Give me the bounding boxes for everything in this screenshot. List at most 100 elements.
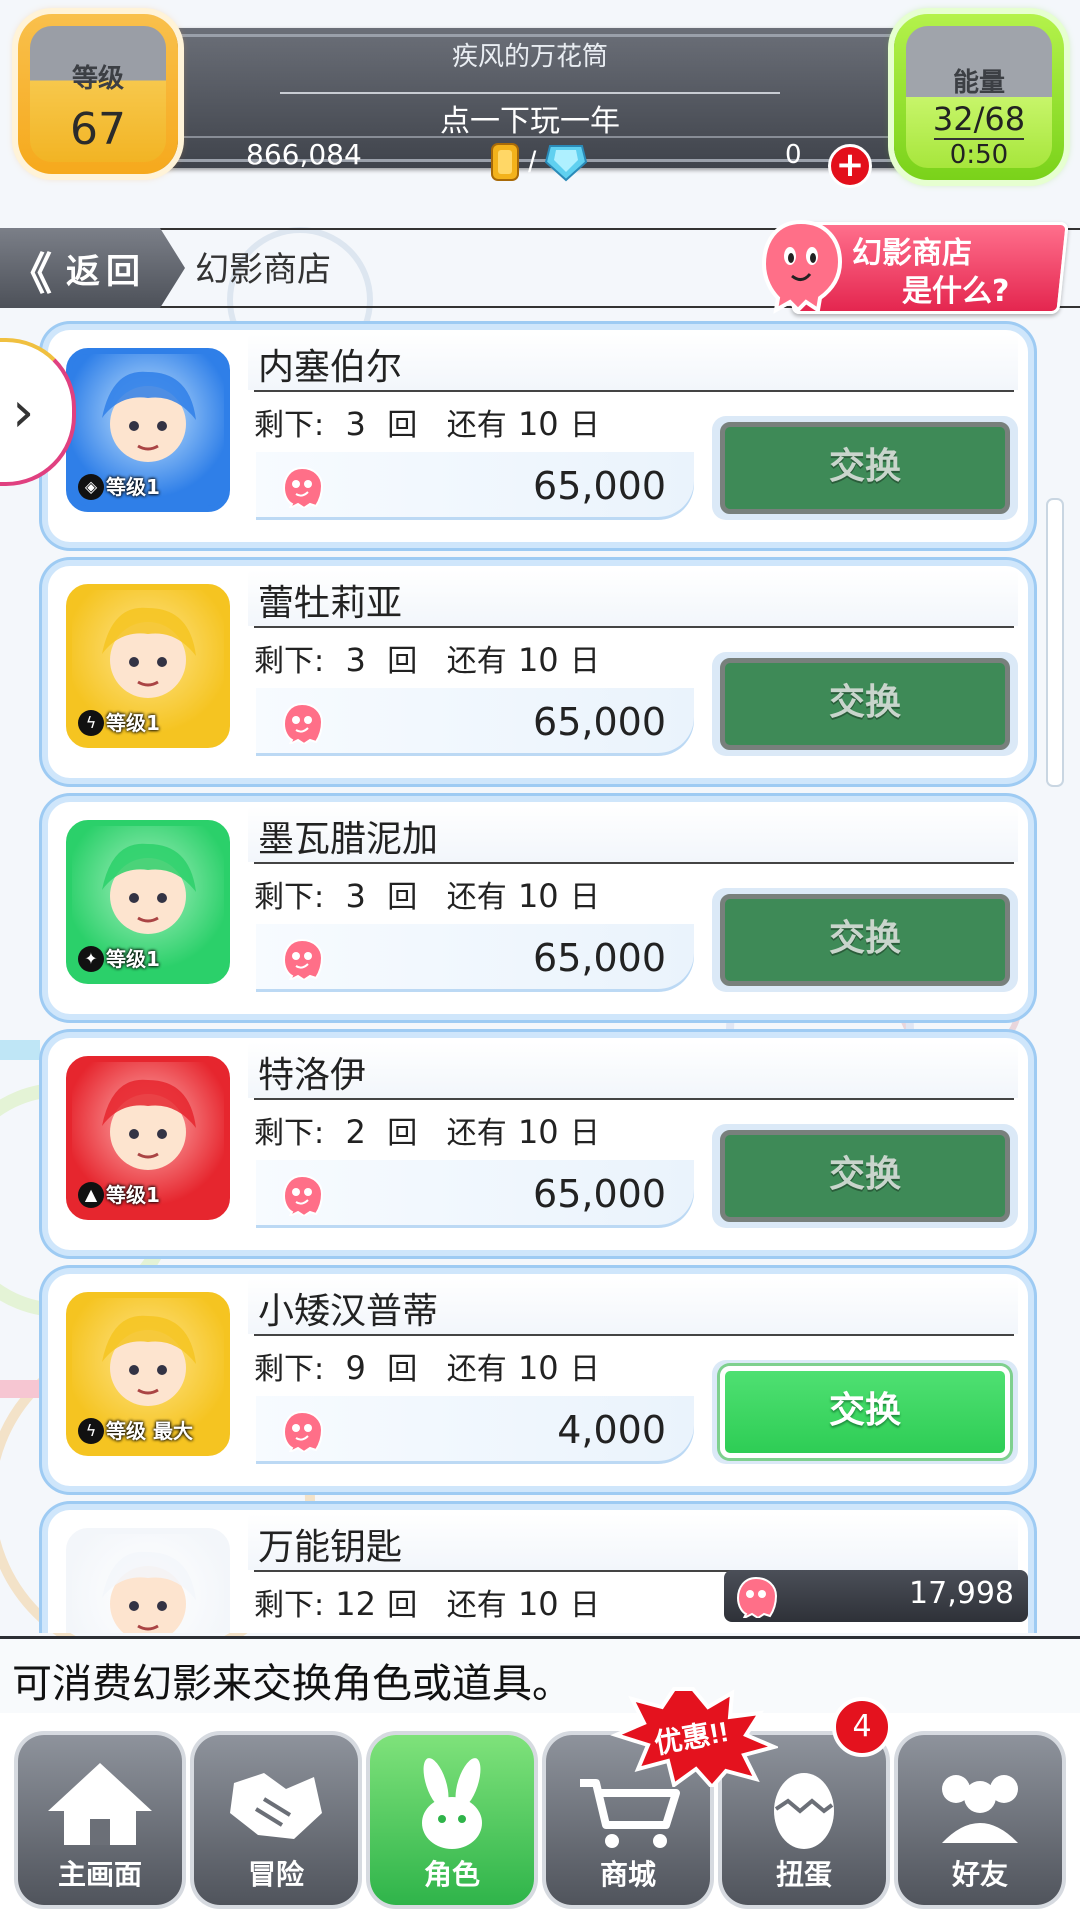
tab-label: 主画面: [57, 1858, 142, 1891]
remain-count: 3: [345, 405, 366, 443]
help-button[interactable]: 幻影商店 是什么?: [756, 214, 1069, 314]
remain-label: 剩下:: [254, 880, 325, 915]
item-stock-info: 剩下: 9 回 还有 10 日: [254, 1344, 600, 1388]
price-box: 65,000: [256, 924, 694, 992]
back-arrows-icon: 《: [8, 249, 52, 300]
day-unit: 日: [569, 1588, 600, 1623]
remain-label: 剩下:: [254, 1352, 325, 1387]
tab-friends[interactable]: 好友: [898, 1735, 1062, 1905]
scrollbar[interactable]: [1046, 498, 1064, 787]
exchange-button[interactable]: 交换: [720, 894, 1010, 986]
rabbit-icon: [422, 1758, 482, 1849]
item-stock-info: 剩下: 2 回 还有 10 日: [254, 1108, 600, 1152]
character-level: 等级1: [106, 1183, 160, 1207]
shop-item-card: ◈ 等级1 内塞伯尔 剩下: 3 回 还有 10 日 65,000 交换: [48, 330, 1028, 542]
days-count: 10: [517, 641, 559, 679]
gold-amount: 866,084: [246, 138, 362, 171]
shop-item-card: ▲ 等级1 特洛伊 剩下: 2 回 还有 10 日 65,000 交换: [48, 1038, 1028, 1250]
exchange-button[interactable]: 交换: [720, 658, 1010, 750]
add-orb-button[interactable]: +: [828, 144, 872, 188]
days-label: 还有: [446, 1588, 507, 1623]
item-name: 万能钥匙: [258, 1527, 403, 1568]
item-price: 4,000: [557, 1408, 666, 1452]
item-name: 内塞伯尔: [258, 347, 403, 388]
ghost-mascot-icon: [761, 219, 843, 314]
currency-separator: /: [528, 146, 537, 179]
shop-item-card: ϟ 等级1 蕾牡莉亚 剩下: 3 回 还有 10 日 65,000 交换: [48, 566, 1028, 778]
level-badge: 等级 67: [18, 14, 178, 174]
tab-adventure[interactable]: 冒险: [194, 1735, 358, 1905]
player-name: 疾风的万花筒: [451, 42, 608, 72]
days-label: 还有: [446, 1352, 507, 1387]
element-icon: ✦: [78, 946, 104, 972]
tab-character[interactable]: 角色: [370, 1735, 534, 1905]
times-unit: 回: [387, 880, 418, 915]
remain-count: 9: [345, 1349, 366, 1387]
times-unit: 回: [387, 1588, 418, 1623]
tab-home[interactable]: 主画面: [18, 1735, 182, 1905]
tab-label: 扭蛋: [775, 1858, 832, 1891]
times-unit: 回: [387, 408, 418, 443]
top-hud: 疾风的万花筒 点一下玩一年 866,084 / 0 + 等级 67 能量 32/…: [0, 0, 1080, 200]
item-stock-info: 剩下: 3 回 还有 10 日: [254, 872, 600, 916]
element-icon: ◈: [78, 474, 104, 500]
player-info-bar[interactable]: 疾风的万花筒 点一下玩一年 866,084 / 0 +: [150, 28, 910, 188]
energy-badge[interactable]: 能量 32/68 0:50: [894, 14, 1064, 180]
element-icon: ϟ: [78, 1418, 104, 1444]
days-label: 还有: [446, 880, 507, 915]
day-unit: 日: [569, 644, 600, 679]
shop-item-card: ϟ 等级 最大 小矮汉普蒂 剩下: 9 回 还有 10 日 4,000 交换: [48, 1274, 1028, 1486]
shop-item-card: ✦ 等级1 墨瓦腊泥加 剩下: 3 回 还有 10 日 65,000 交换: [48, 802, 1028, 1014]
balance-value: 17,998: [909, 1576, 1014, 1611]
ghost-currency-icon: [282, 466, 324, 508]
price-box: 4,000: [256, 1396, 694, 1464]
remain-label: 剩下:: [254, 644, 325, 679]
days-label: 还有: [446, 1116, 507, 1151]
tab-label: 好友: [951, 1858, 1008, 1891]
back-button[interactable]: 《 返回: [0, 228, 185, 308]
energy-value: 32/68: [932, 100, 1026, 138]
remain-label: 剩下:: [254, 1116, 325, 1151]
days-count: 10: [517, 1113, 559, 1151]
ghost-currency-icon: [282, 702, 324, 744]
promo-burst-badge: 优惠!!: [610, 1687, 778, 1787]
ghost-currency-icon: [282, 938, 324, 980]
times-unit: 回: [387, 1352, 418, 1387]
remain-count: 3: [345, 641, 366, 679]
character-avatar[interactable]: ✦ 等级1: [66, 820, 230, 984]
item-name: 墨瓦腊泥加: [258, 819, 439, 860]
item-stock-info: 剩下: 12 回 还有 10 日: [254, 1580, 600, 1624]
character-avatar[interactable]: ϟ 等级1: [66, 584, 230, 748]
shop-item-list[interactable]: › ◈ 等级1 内塞伯尔 剩下: 3 回 还有 10 日 65,000 交换 ϟ…: [0, 308, 1080, 1633]
home-icon: [48, 1763, 152, 1845]
element-icon: ϟ: [78, 710, 104, 736]
character-avatar[interactable]: [66, 1528, 230, 1633]
currency-icons: /: [490, 140, 590, 182]
item-stock-info: 剩下: 3 回 还有 10 日: [254, 400, 600, 444]
days-count: 10: [517, 405, 559, 443]
chevron-right-icon: ›: [12, 380, 35, 445]
times-unit: 回: [387, 1116, 418, 1151]
player-title: 点一下玩一年: [440, 104, 620, 139]
tab-label: 冒险: [247, 1858, 304, 1891]
character-avatar[interactable]: ◈ 等级1: [66, 348, 230, 512]
character-level: 等级1: [106, 475, 160, 499]
level-value: 67: [70, 104, 126, 155]
item-price: 65,000: [533, 700, 666, 744]
exchange-button[interactable]: 交换: [720, 1130, 1010, 1222]
phantom-balance: 17,998: [724, 1570, 1028, 1622]
back-label: 返回: [66, 252, 146, 292]
item-name: 蕾牡莉亚: [258, 583, 403, 624]
item-name: 特洛伊: [258, 1055, 367, 1096]
remain-label: 剩下:: [254, 1588, 325, 1623]
exchange-button[interactable]: 交换: [720, 422, 1010, 514]
character-avatar[interactable]: ▲ 等级1: [66, 1056, 230, 1220]
days-count: 10: [517, 1585, 559, 1623]
exchange-button[interactable]: 交换: [720, 1366, 1010, 1458]
price-box: 65,000: [256, 688, 694, 756]
help-line-2: 是什么?: [902, 274, 1010, 309]
title-bar: 《 返回 幻影商店 幻影商店 是什么?: [0, 219, 1080, 314]
ghost-currency-icon: [282, 1410, 324, 1452]
character-level: 等级1: [106, 711, 160, 735]
character-avatar[interactable]: ϟ 等级 最大: [66, 1292, 230, 1456]
